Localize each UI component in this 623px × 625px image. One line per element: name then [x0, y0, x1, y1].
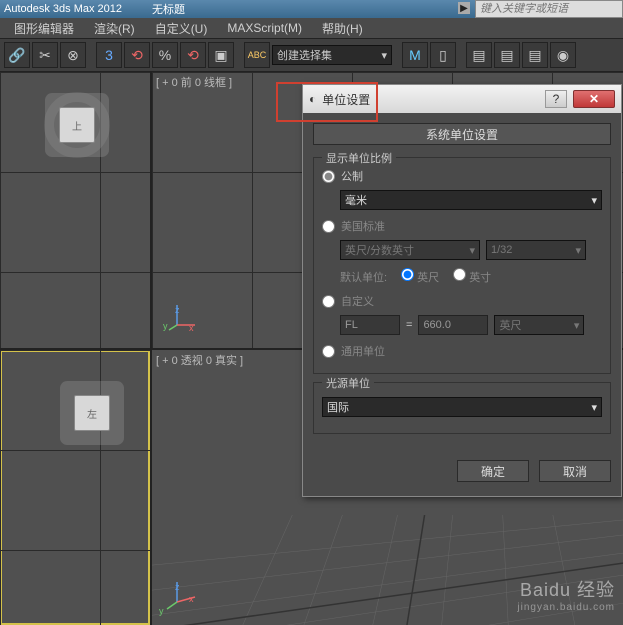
spinner-snap-icon[interactable]: ⟲ [180, 42, 206, 68]
group-title: 显示单位比例 [322, 150, 396, 166]
ok-button[interactable]: 确定 [457, 460, 529, 482]
close-button[interactable]: ✕ [573, 90, 615, 108]
custom-prefix-input[interactable] [340, 315, 400, 335]
viewport-top[interactable]: 上 [0, 72, 150, 348]
watermark-main: Baidu 经验 [517, 576, 615, 602]
metric-select[interactable]: 毫米 ▾ [340, 190, 602, 210]
axis-gizmo: zxy [167, 577, 197, 610]
grid [0, 350, 150, 625]
schematic-icon[interactable]: ▤ [522, 42, 548, 68]
display-unit-scale-group: 显示单位比例 公制 毫米 ▾ 美国标准 英尺/分数英寸 ▾ 1/32 [313, 157, 611, 374]
abc-icon[interactable]: ABC [244, 42, 270, 68]
mirror-icon[interactable]: M [402, 42, 428, 68]
us-fraction-select[interactable]: 1/32 ▾ [486, 240, 586, 260]
custom-unit-select[interactable]: 英尺 ▾ [494, 315, 584, 335]
metric-label: 公制 [341, 168, 363, 184]
material-icon[interactable]: ◉ [550, 42, 576, 68]
app-icon: ◐ [309, 92, 316, 106]
system-units-button[interactable]: 系统单位设置 [313, 123, 611, 145]
metric-radio-row[interactable]: 公制 [322, 168, 602, 184]
expand-arrow-icon[interactable]: ▶ [458, 2, 470, 14]
menu-help[interactable]: 帮助(H) [312, 18, 373, 39]
generic-radio-row[interactable]: 通用单位 [322, 343, 602, 359]
toolbar: 🔗 ✂ ⊗ 3 ⟲ % ⟲ ▣ ABC 创建选择集 ▾ M ▯ ▤ ▤ ▤ ◉ [0, 38, 623, 72]
viewport-label[interactable]: [ + 0 透视 0 真实 ] [156, 352, 243, 368]
dialog-titlebar[interactable]: ◐ 单位设置 ? ✕ [303, 85, 621, 113]
us-standard-select[interactable]: 英尺/分数英寸 ▾ [340, 240, 480, 260]
us-standard-radio[interactable] [322, 220, 335, 233]
menu-render[interactable]: 渲染(R) [84, 18, 145, 39]
us-standard-radio-row[interactable]: 美国标准 [322, 218, 602, 234]
edge-snap-icon[interactable]: ▣ [208, 42, 234, 68]
menu-maxscript[interactable]: MAXScript(M) [217, 19, 312, 37]
default-feet-radio-row[interactable]: 英尺 [401, 268, 439, 285]
default-units-label: 默认单位: [340, 269, 387, 285]
chevron-down-icon: ▾ [381, 49, 387, 62]
chevron-down-icon: ▾ [575, 244, 581, 257]
custom-radio[interactable] [322, 295, 335, 308]
menubar: 图形编辑器 渲染(R) 自定义(U) MAXScript(M) 帮助(H) [0, 18, 623, 38]
default-inches-radio-row[interactable]: 英寸 [453, 268, 491, 285]
units-setup-dialog: ◐ 单位设置 ? ✕ 系统单位设置 显示单位比例 公制 毫米 ▾ 美国标准 英尺… [302, 84, 622, 497]
menu-graph-editors[interactable]: 图形编辑器 [4, 18, 84, 39]
custom-value-input[interactable] [418, 315, 488, 335]
app-title: Autodesk 3ds Max 2012 [4, 3, 122, 15]
unlink-icon[interactable]: ✂ [32, 42, 58, 68]
metric-value: 毫米 [345, 192, 367, 208]
viewport-label[interactable]: [ + 0 前 0 线框 ] [156, 74, 232, 90]
generic-label: 通用单位 [341, 343, 385, 359]
default-feet-radio[interactable] [401, 268, 414, 281]
custom-unit-value: 英尺 [499, 317, 521, 333]
menu-customize[interactable]: 自定义(U) [145, 18, 218, 39]
lighting-units-group: 光源单位 国际 ▾ [313, 382, 611, 434]
metric-radio[interactable] [322, 170, 335, 183]
watermark: Baidu 经验 jingyan.baidu.com [517, 576, 615, 613]
group-title: 光源单位 [322, 375, 374, 391]
us-standard-value: 英尺/分数英寸 [345, 242, 414, 258]
document-title: 无标题 [152, 1, 185, 17]
selection-set-dropdown[interactable]: 创建选择集 ▾ [272, 45, 392, 65]
selection-set-label: 创建选择集 [277, 47, 332, 63]
titlebar: Autodesk 3ds Max 2012 无标题 ▶ [0, 0, 623, 18]
layers-icon[interactable]: ▤ [466, 42, 492, 68]
lighting-select[interactable]: 国际 ▾ [322, 397, 602, 417]
viewcube-left[interactable]: 左 [74, 395, 110, 431]
search-input[interactable] [475, 0, 623, 18]
us-standard-label: 美国标准 [341, 218, 385, 234]
default-inches-radio[interactable] [453, 268, 466, 281]
curve-editor-icon[interactable]: ▤ [494, 42, 520, 68]
help-button[interactable]: ? [545, 90, 567, 108]
chevron-down-icon: ▾ [591, 401, 597, 414]
cancel-button[interactable]: 取消 [539, 460, 611, 482]
link-icon[interactable]: 🔗 [4, 42, 30, 68]
us-fraction-value: 1/32 [491, 244, 512, 256]
lighting-value: 国际 [327, 399, 349, 415]
equals-label: = [406, 319, 412, 331]
custom-label: 自定义 [341, 293, 374, 309]
default-units-row: 默认单位: 英尺 英寸 [340, 268, 602, 285]
viewcube-top[interactable]: 上 [59, 107, 95, 143]
angle-snap-icon[interactable]: ⟲ [124, 42, 150, 68]
chevron-down-icon: ▾ [591, 194, 597, 207]
percent-snap-icon[interactable]: % [152, 42, 178, 68]
axis-gizmo: zxy [167, 300, 197, 333]
snap-toggle-icon[interactable]: 3 [96, 42, 122, 68]
chevron-down-icon: ▾ [469, 244, 475, 257]
chevron-down-icon: ▾ [574, 319, 580, 332]
dialog-title: 单位设置 [322, 91, 370, 108]
generic-radio[interactable] [322, 345, 335, 358]
custom-radio-row[interactable]: 自定义 [322, 293, 602, 309]
watermark-sub: jingyan.baidu.com [517, 602, 615, 613]
viewport-left[interactable]: 左 [0, 350, 150, 625]
align-icon[interactable]: ▯ [430, 42, 456, 68]
bind-icon[interactable]: ⊗ [60, 42, 86, 68]
